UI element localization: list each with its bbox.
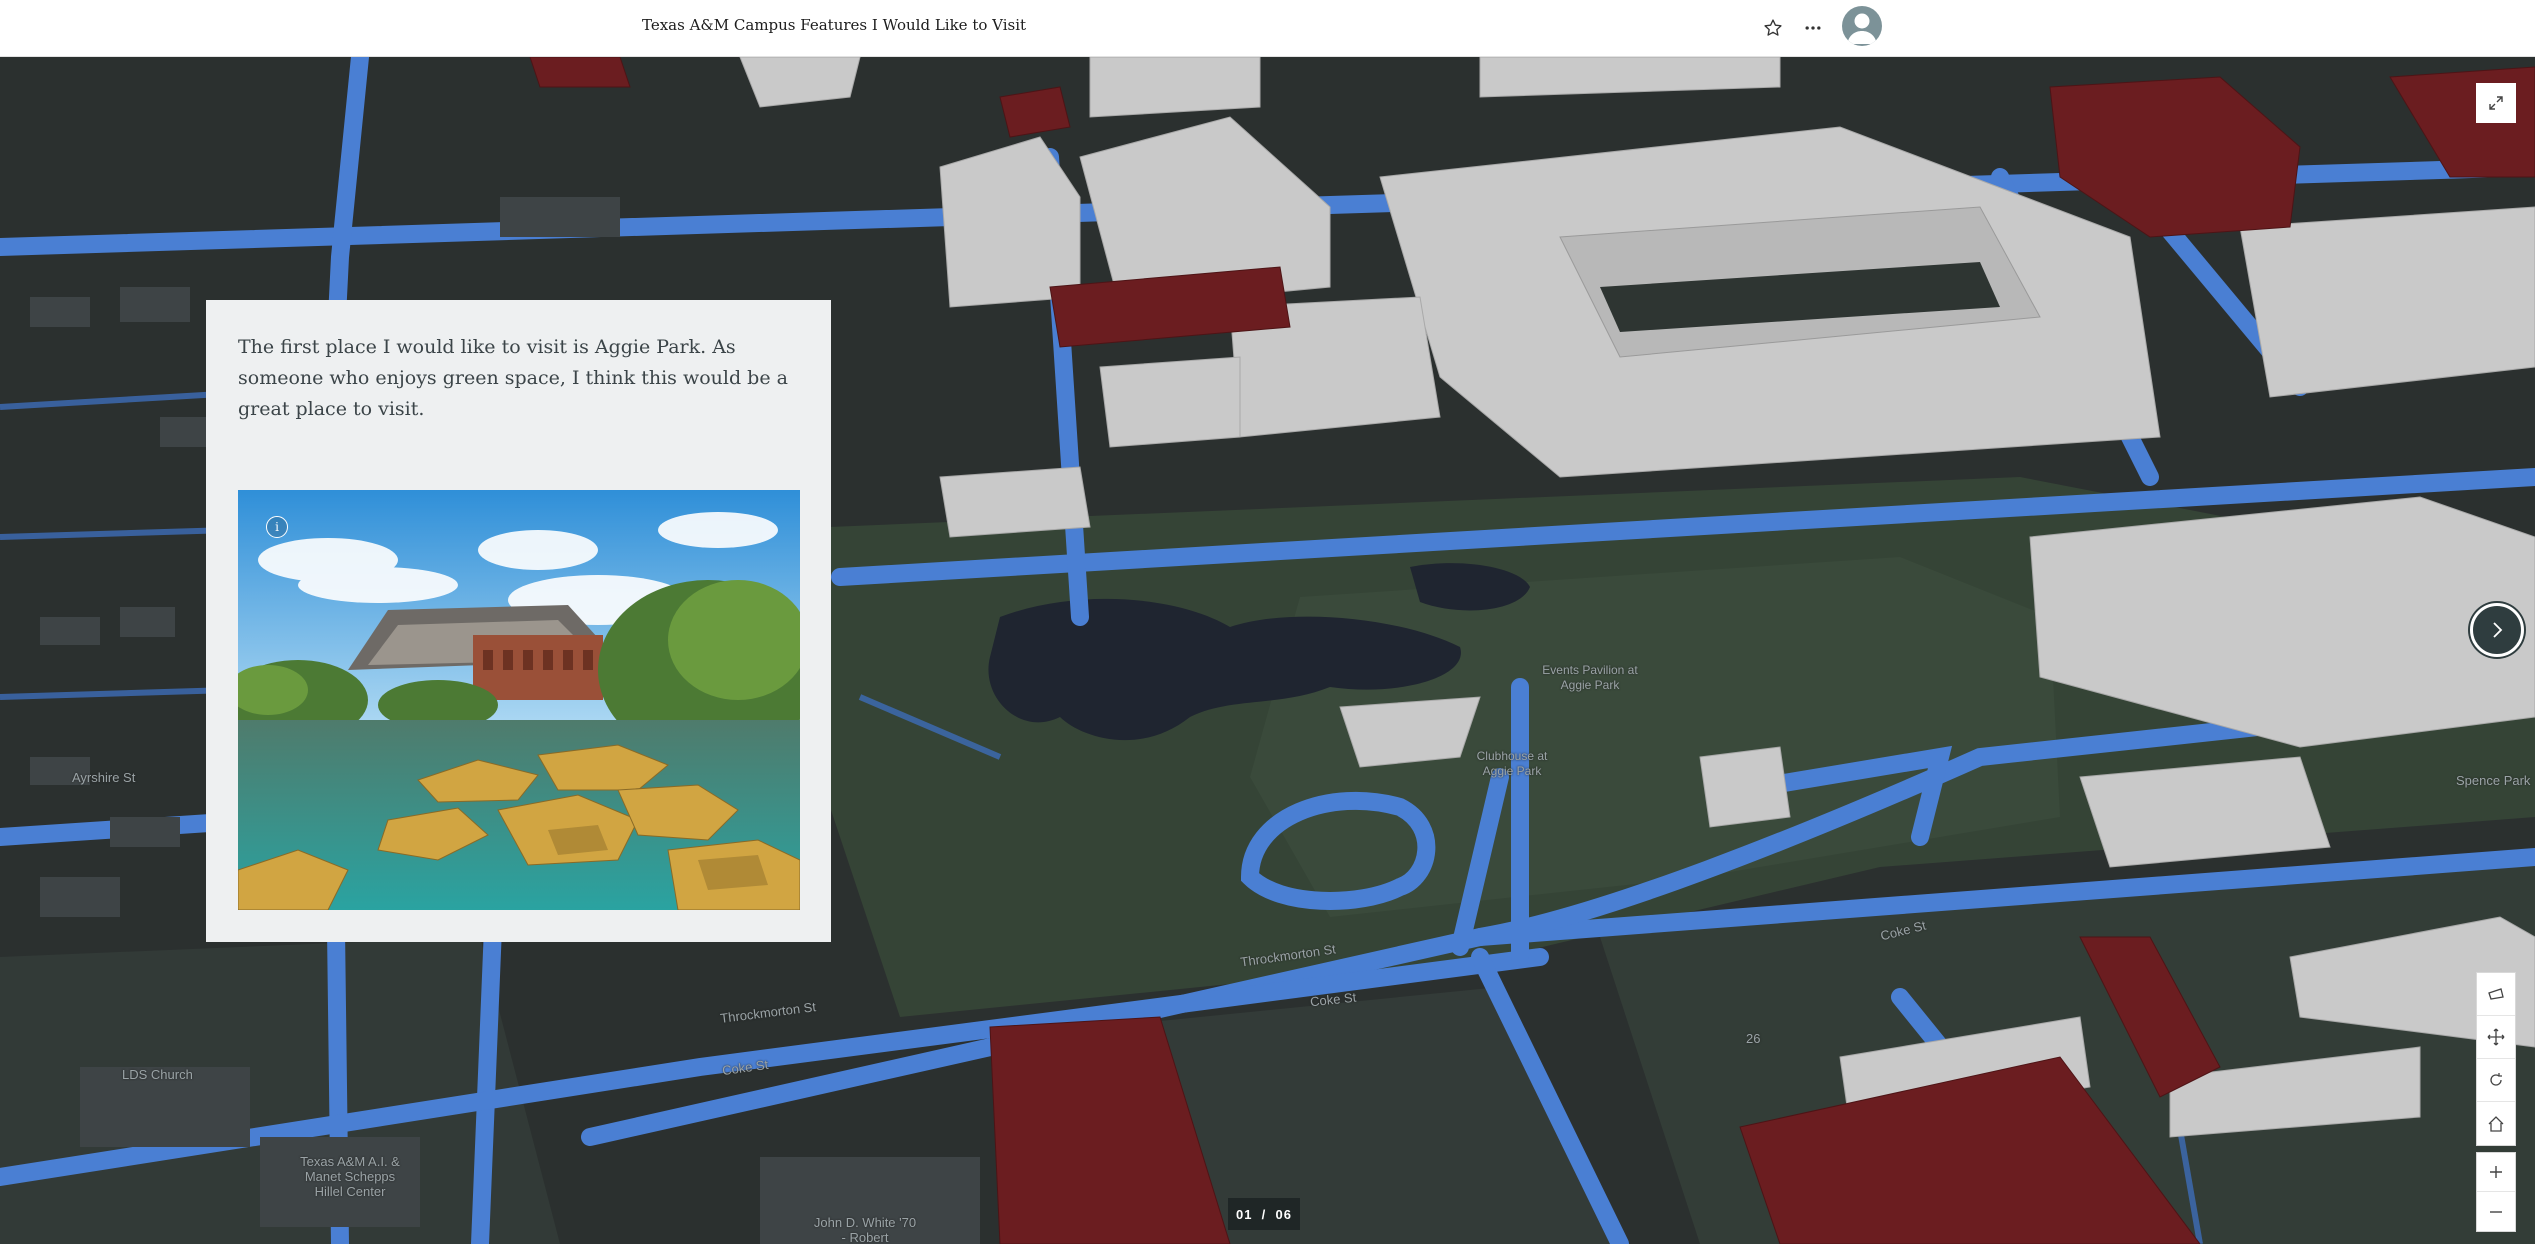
- pan-icon: [2487, 1028, 2505, 1046]
- home-icon: [2488, 1115, 2504, 1132]
- zoom-out-icon: [2490, 1210, 2502, 1213]
- pan-button[interactable]: [2477, 1016, 2515, 1059]
- slide-counter-text: 01 / 06: [1236, 1206, 1292, 1222]
- expand-button[interactable]: [2476, 83, 2516, 123]
- more-options-button[interactable]: [1797, 12, 1829, 44]
- narrative-text: The first place I would like to visit is…: [238, 336, 788, 420]
- tilt-button[interactable]: [2477, 973, 2515, 1016]
- image-info-button[interactable]: i: [266, 516, 288, 538]
- map-label-aggie-park: Clubhouse at Aggie Park: [1476, 749, 1548, 778]
- user-avatar-icon: [1847, 13, 1877, 44]
- aggie-park-photo: [238, 490, 800, 910]
- narrative-panel: The first place I would like to visit is…: [206, 300, 831, 942]
- star-icon: [1764, 19, 1782, 36]
- next-slide-button[interactable]: [2470, 603, 2524, 657]
- rotate-button[interactable]: [2477, 1059, 2515, 1102]
- navigation-tools-upper: [2476, 972, 2516, 1146]
- home-button[interactable]: [2477, 1102, 2515, 1145]
- expand-icon: [2489, 96, 2503, 110]
- slide-counter: 01 / 06: [1228, 1198, 1300, 1230]
- app-header: Texas A&M Campus Features I Would Like t…: [0, 0, 2535, 57]
- map-label-pavilion: Events Pavilion at Aggie Park: [1542, 663, 1638, 692]
- aggie-park-image[interactable]: i: [238, 490, 800, 910]
- zoom-in-button[interactable]: [2477, 1153, 2515, 1192]
- chevron-right-icon: [2493, 622, 2503, 638]
- favorite-button[interactable]: [1757, 12, 1789, 44]
- zoom-out-button[interactable]: [2477, 1192, 2515, 1231]
- tilt-icon: [2488, 988, 2504, 1000]
- user-avatar[interactable]: [1842, 6, 1882, 46]
- map-label-lds-church: LDS Church: [122, 1067, 193, 1082]
- zoom-tools: [2476, 1152, 2516, 1232]
- map-label-spence: Spence Park: [2456, 773, 2531, 788]
- zoom-in-icon: [2490, 1166, 2502, 1178]
- map-label-lot-26: 26: [1746, 1031, 1761, 1046]
- map-label-ayrshire: Ayrshire St: [72, 770, 136, 785]
- rotate-icon: [2490, 1073, 2502, 1086]
- story-title: Texas A&M Campus Features I Would Like t…: [642, 16, 1027, 34]
- map-label-john-white: John D. White '70 - Robert: [813, 1215, 917, 1244]
- more-horizontal-icon: [1805, 26, 1821, 30]
- map-label-hillel: Texas A&M A.I. & Manet Schepps Hillel Ce…: [300, 1154, 400, 1199]
